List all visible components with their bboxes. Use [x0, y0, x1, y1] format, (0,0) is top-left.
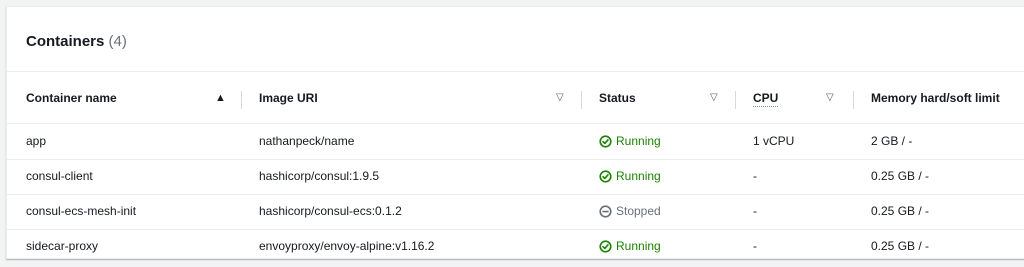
containers-panel: Containers (4) Container name ▲ Image UR… — [6, 6, 1024, 259]
cell-container-name: app — [26, 134, 47, 148]
cell-image-uri: nathanpeck/name — [259, 134, 355, 148]
sort-icon[interactable]: ▽ — [826, 73, 834, 123]
cell-image-uri: hashicorp/consul:1.9.5 — [259, 169, 380, 183]
cell-memory: 0.25 GB / - — [871, 239, 930, 253]
column-header-cpu[interactable]: CPU — [753, 73, 853, 123]
table-header: Container name ▲ Image URI ▽ Status ▽ CP… — [7, 73, 1024, 124]
sort-ascending-icon[interactable]: ▲ — [215, 73, 226, 123]
column-resizer[interactable] — [853, 91, 854, 109]
cell-status: Running — [599, 229, 735, 264]
status-label: Running — [616, 134, 661, 148]
column-resizer[interactable] — [581, 91, 582, 109]
panel-title: Containers — [26, 33, 105, 50]
table-row: sidecar-proxy envoyproxy/envoy-alpine:v1… — [7, 229, 1024, 264]
cell-container-name: consul-ecs-mesh-init — [26, 204, 137, 218]
status-label: Stopped — [616, 204, 661, 218]
panel-header: Containers (4) — [7, 7, 1024, 72]
cell-container-name: sidecar-proxy — [26, 239, 99, 253]
table-row: consul-client hashicorp/consul:1.9.5 Run… — [7, 159, 1024, 195]
cell-memory: 2 GB / - — [871, 134, 913, 148]
status-label: Running — [616, 169, 661, 183]
check-circle-icon — [599, 135, 612, 148]
cell-cpu: 1 vCPU — [753, 134, 795, 148]
minus-circle-icon — [599, 205, 612, 218]
cell-memory: 0.25 GB / - — [871, 169, 930, 183]
container-count: (4) — [108, 33, 127, 50]
cell-status: Running — [599, 159, 735, 194]
status-label: Running — [616, 239, 661, 253]
sort-icon[interactable]: ▽ — [556, 73, 564, 123]
table-row: app nathanpeck/name Running 1 vCPU 2 GB … — [7, 124, 1024, 160]
column-header-image-uri[interactable]: Image URI — [259, 73, 581, 123]
cell-cpu: - — [753, 169, 757, 183]
cell-memory: 0.25 GB / - — [871, 204, 930, 218]
cell-image-uri: envoyproxy/envoy-alpine:v1.16.2 — [259, 239, 435, 253]
column-header-container-name[interactable]: Container name — [26, 73, 241, 123]
check-circle-icon — [599, 240, 612, 253]
column-resizer[interactable] — [735, 91, 736, 109]
sort-icon[interactable]: ▽ — [710, 73, 718, 123]
cell-container-name: consul-client — [26, 169, 93, 183]
table-row: consul-ecs-mesh-init hashicorp/consul-ec… — [7, 194, 1024, 230]
column-resizer[interactable] — [241, 91, 242, 109]
cell-image-uri: hashicorp/consul-ecs:0.1.2 — [259, 204, 402, 218]
check-circle-icon — [599, 170, 612, 183]
column-header-memory[interactable]: Memory hard/soft limit — [871, 73, 1024, 123]
cell-cpu: - — [753, 204, 757, 218]
cell-cpu: - — [753, 239, 757, 253]
cell-status: Running — [599, 124, 735, 159]
cell-status: Stopped — [599, 194, 735, 229]
